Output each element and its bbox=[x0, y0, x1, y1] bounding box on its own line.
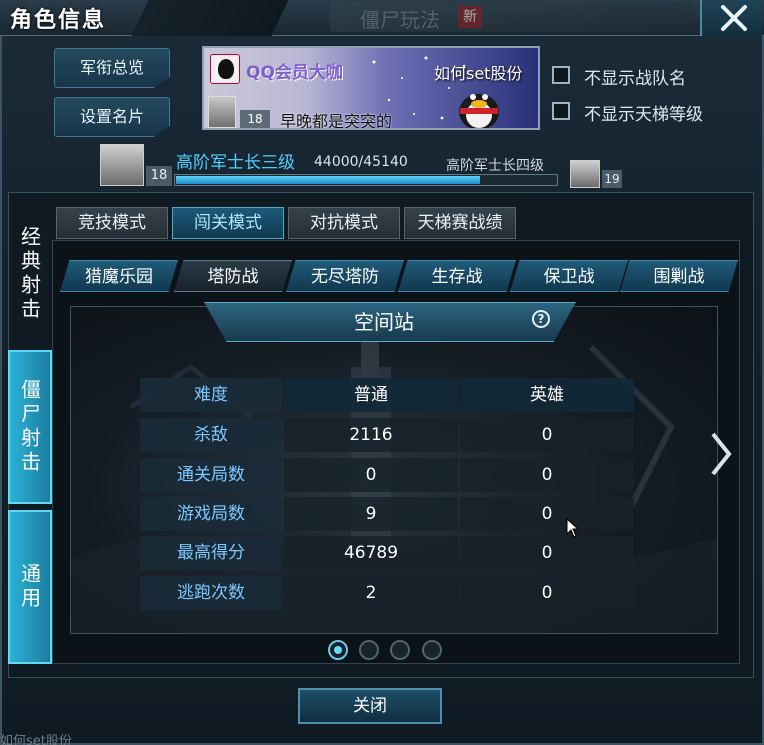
tab-competitive-mode[interactable]: 竞技模式 bbox=[56, 207, 168, 239]
title-bar: 角色信息 僵尸玩法 新 bbox=[0, 0, 764, 36]
stat-label: 通关局数 bbox=[140, 458, 282, 492]
stat-hero-value: 0 bbox=[460, 458, 634, 492]
current-rank-icon bbox=[100, 144, 144, 186]
stat-hero-value: 0 bbox=[460, 576, 634, 610]
table-row: 游戏局数 9 0 bbox=[140, 497, 634, 531]
current-rank-name: 高阶军士长三级 bbox=[176, 153, 295, 173]
stat-normal-value: 9 bbox=[284, 497, 458, 531]
banner-motto: 早晚都是突突的 bbox=[280, 112, 393, 130]
stat-normal-value: 2116 bbox=[284, 418, 458, 452]
table-row: 杀敌 2116 0 bbox=[140, 418, 634, 452]
tab-general[interactable]: 通用 bbox=[8, 510, 52, 664]
tab-classic-shooting[interactable]: 经典射击 bbox=[8, 204, 52, 344]
qq-logo-icon bbox=[210, 54, 240, 84]
stat-hero-value: 0 bbox=[460, 536, 634, 570]
pager-dot[interactable] bbox=[359, 640, 379, 660]
pager-dot[interactable] bbox=[390, 640, 410, 660]
help-icon[interactable]: ? bbox=[532, 310, 550, 328]
stat-hero-value: 0 bbox=[460, 418, 634, 452]
next-rank-name: 高阶军士长四级 bbox=[446, 158, 544, 174]
stat-label: 逃跑次数 bbox=[140, 576, 282, 610]
subtab-survival[interactable]: 生存战 bbox=[398, 260, 516, 292]
stage-title: 空间站 bbox=[354, 310, 414, 334]
pager-dot[interactable] bbox=[422, 640, 442, 660]
stat-normal-value: 0 bbox=[284, 458, 458, 492]
hide-team-name-label: 不显示战队名 bbox=[584, 69, 686, 89]
background-window-text: 如何set股份 bbox=[0, 734, 72, 745]
subtab-demon-park[interactable]: 猎魔乐园 bbox=[60, 260, 178, 292]
rank-overview-button[interactable]: 军衔总览 bbox=[54, 48, 170, 88]
set-namecard-button[interactable]: 设置名片 bbox=[54, 97, 170, 137]
close-icon bbox=[721, 5, 747, 31]
next-rank-icon bbox=[570, 160, 600, 188]
background-tab-label: 僵尸玩法 bbox=[360, 8, 440, 32]
tab-versus-mode[interactable]: 对抗模式 bbox=[288, 207, 400, 239]
table-row: 通关局数 0 0 bbox=[140, 458, 634, 492]
subtab-encircle[interactable]: 围剿战 bbox=[620, 260, 738, 292]
close-window-button[interactable] bbox=[700, 0, 762, 36]
header-normal: 普通 bbox=[284, 378, 458, 412]
table-row: 逃跑次数 2 0 bbox=[140, 576, 634, 610]
stats-header-row: 难度 普通 英雄 bbox=[140, 378, 634, 412]
rank-xp-bar bbox=[174, 174, 558, 186]
stat-normal-value: 2 bbox=[284, 576, 458, 610]
penguin-icon bbox=[459, 94, 499, 128]
background-new-badge: 新 bbox=[458, 6, 482, 28]
stat-hero-value: 0 bbox=[460, 497, 634, 531]
title-tab-decoration bbox=[131, 0, 289, 36]
rank-xp-text: 44000/45140 bbox=[314, 154, 408, 170]
hide-ladder-level-label: 不显示天梯等级 bbox=[584, 105, 703, 125]
subtab-tower-defense[interactable]: 塔防战 bbox=[174, 260, 292, 292]
tab-challenge-mode[interactable]: 闯关模式 bbox=[172, 207, 284, 239]
subtab-guard[interactable]: 保卫战 bbox=[510, 260, 628, 292]
banner-rank-icon bbox=[208, 96, 236, 128]
qq-vip-label: QQ会员大咖 bbox=[246, 63, 343, 83]
close-button[interactable]: 关闭 bbox=[298, 688, 442, 724]
rank-xp-fill bbox=[176, 176, 480, 184]
current-rank-level: 18 bbox=[146, 166, 172, 186]
hide-ladder-level-checkbox[interactable] bbox=[552, 102, 570, 120]
chevron-right-icon[interactable] bbox=[710, 432, 732, 476]
next-rank-level: 19 bbox=[602, 170, 622, 188]
banner-caption: 如何set股份 bbox=[434, 64, 523, 83]
header-difficulty: 难度 bbox=[140, 378, 282, 412]
tab-ladder-record[interactable]: 天梯赛战绩 bbox=[404, 207, 516, 239]
namecard-banner: QQ会员大咖 如何set股份 18 早晚都是突突的 bbox=[202, 46, 540, 130]
window-title: 角色信息 bbox=[10, 8, 107, 33]
pager-dot[interactable] bbox=[328, 640, 348, 660]
stat-normal-value: 46789 bbox=[284, 536, 458, 570]
subtab-endless-defense[interactable]: 无尽塔防 bbox=[286, 260, 404, 292]
header-hero: 英雄 bbox=[460, 378, 634, 412]
banner-rank-level: 18 bbox=[240, 110, 270, 128]
stat-label: 杀敌 bbox=[140, 418, 282, 452]
hide-team-name-checkbox[interactable] bbox=[552, 66, 570, 84]
stat-label: 最高得分 bbox=[140, 536, 282, 570]
mouse-cursor-icon bbox=[566, 518, 580, 538]
stat-label: 游戏局数 bbox=[140, 497, 282, 531]
table-row: 最高得分 46789 0 bbox=[140, 536, 634, 570]
tab-zombie-shooting[interactable]: 僵尸射击 bbox=[8, 350, 52, 504]
